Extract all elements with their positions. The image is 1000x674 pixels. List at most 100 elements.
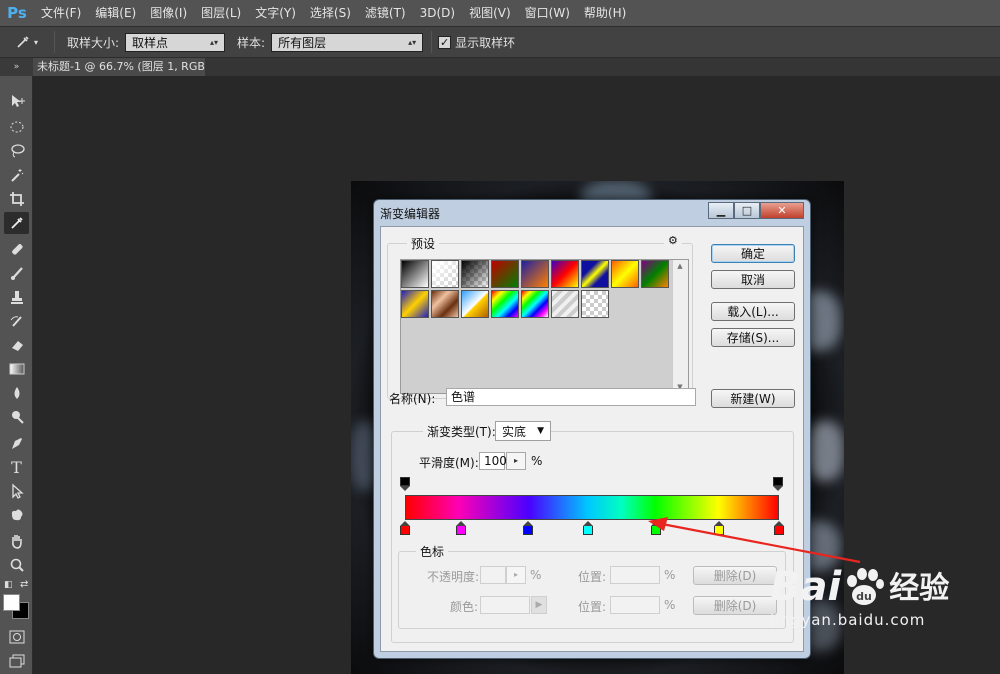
minimize-button[interactable]: ▁ [708,202,734,219]
type-tool-icon[interactable]: T [4,456,29,478]
baidu-jingyan-watermark: Bai du 经验 jingyan.baidu.com [770,565,949,629]
path-selection-tool-icon[interactable] [4,480,29,502]
preset-swatch[interactable] [551,260,579,288]
lasso-tool-icon[interactable] [4,140,29,162]
preset-swatch[interactable] [641,260,669,288]
maximize-button[interactable]: □ [734,202,760,219]
menu-item[interactable]: 图像(I) [143,0,194,26]
preset-swatch[interactable] [431,290,459,318]
blur-tool-icon[interactable] [4,382,29,404]
preset-swatch[interactable] [401,260,429,288]
screen-mode-icon[interactable] [4,650,29,672]
menu-items: 文件(F) 编辑(E) 图像(I) 图层(L) 文字(Y) 选择(S) 滤镜(T) 3D(D)… [34,0,633,26]
opacity-input[interactable] [480,566,506,584]
preset-swatch[interactable] [461,260,489,288]
smoothness-input[interactable]: 100 [479,452,507,470]
sample-select[interactable]: 所有图层 ▴▾ [271,32,424,52]
chevron-down-icon: ▾ [34,37,39,47]
smoothness-slider-icon[interactable]: ▸ [506,452,526,470]
ok-button[interactable]: 确定 [711,244,795,263]
marquee-tool-icon[interactable] [4,116,29,138]
move-tool-icon[interactable] [4,90,29,112]
crop-tool-icon[interactable] [4,188,29,210]
opacity-position-label: 位置: [578,570,607,584]
color-swatch-field[interactable] [480,596,530,614]
delete-color-stop-button[interactable]: 删除(D) [693,596,777,615]
watermark-brand: Bai [770,564,842,610]
dodge-tool-icon[interactable] [4,406,29,428]
history-brush-tool-icon[interactable] [4,310,29,332]
name-input[interactable]: 色谱 [446,388,696,406]
select-arrows-icon: ▴▾ [210,37,219,47]
opacity-label: 不透明度: [427,570,480,584]
clone-stamp-tool-icon[interactable] [4,286,29,308]
preset-swatch[interactable] [491,260,519,288]
zoom-tool-icon[interactable] [4,554,29,576]
menu-item[interactable]: 帮助(H) [577,0,633,26]
color-stop-swatch [583,526,594,535]
annotation-arrow-line [661,522,861,564]
quick-mask-icon[interactable] [4,626,29,648]
menu-item[interactable]: 文件(F) [34,0,88,26]
eraser-tool-icon[interactable] [4,334,29,356]
scroll-up-icon[interactable]: ▲ [673,262,687,270]
menu-item[interactable]: 图层(L) [194,0,248,26]
color-position-input[interactable] [610,596,660,614]
default-colors-icon[interactable]: ◧ [4,580,13,590]
sample-size-select[interactable]: 取样点 ▴▾ [125,32,226,52]
smoothness-label: 平滑度(M): [419,456,479,470]
preset-swatch[interactable] [521,260,549,288]
presets-list[interactable]: ▲ ▼ [400,259,689,394]
color-menu-arrow-icon[interactable]: ▶ [531,596,547,614]
preset-swatch[interactable] [491,290,519,318]
show-ring-checkbox[interactable]: ✓ [438,35,452,49]
eyedropper-tool-preset[interactable]: ▾ [16,35,48,49]
preset-swatch[interactable] [461,290,489,318]
color-stop[interactable] [583,521,594,535]
healing-brush-tool-icon[interactable] [4,238,29,260]
document-tab[interactable]: 未标题-1 @ 66.7% (图层 1, RGB/8) * × [33,58,205,76]
menu-item[interactable]: 滤镜(T) [358,0,413,26]
brush-tool-icon[interactable] [4,262,29,284]
preset-swatch[interactable] [431,260,459,288]
color-stop-swatch [400,526,410,535]
shape-tool-icon[interactable] [4,504,29,526]
menu-item[interactable]: 视图(V) [462,0,518,26]
eyedropper-tool-icon[interactable] [4,212,29,234]
presets-menu-gear-icon[interactable]: ⚙ [664,234,682,247]
color-stop[interactable] [400,521,410,535]
swap-colors-icon[interactable]: ⇄ [20,579,28,590]
magic-wand-tool-icon[interactable] [4,164,29,186]
load-button[interactable]: 载入(L)... [711,302,795,321]
new-button[interactable]: 新建(W) [711,389,795,408]
color-stop[interactable] [456,521,467,535]
opacity-stop-left[interactable] [400,477,410,491]
preset-swatch[interactable] [551,290,579,318]
hand-tool-icon[interactable] [4,530,29,552]
presets-scrollbar[interactable]: ▲ ▼ [672,260,688,393]
gradient-type-select[interactable]: 实底 ▼ [495,421,551,441]
menu-item[interactable]: 窗口(W) [518,0,577,26]
menu-item[interactable]: 文字(Y) [248,0,303,26]
options-bar: ▾ 取样大小: 取样点 ▴▾ 样本: 所有图层 ▴▾ ✓ 显示取样环 [0,26,1000,58]
close-button[interactable]: ✕ [760,202,804,219]
cancel-button[interactable]: 取消 [711,270,795,289]
menu-item[interactable]: 编辑(E) [88,0,143,26]
panel-collapse-toggle[interactable]: » [0,58,33,76]
opacity-stop-right[interactable] [773,477,783,491]
opacity-slider-icon[interactable]: ▸ [506,566,526,584]
preset-swatch[interactable] [581,290,609,318]
preset-swatch[interactable] [521,290,549,318]
menu-item[interactable]: 3D(D) [413,0,462,26]
annotation-arrowhead [648,517,668,531]
color-stop[interactable] [523,521,534,535]
photoshop-logo: Ps [7,4,27,22]
preset-swatch[interactable] [401,290,429,318]
pen-tool-icon[interactable] [4,432,29,454]
preset-swatch[interactable] [611,260,639,288]
foreground-color-swatch[interactable] [3,594,20,611]
save-button[interactable]: 存储(S)... [711,328,795,347]
menu-item[interactable]: 选择(S) [303,0,358,26]
gradient-tool-icon[interactable] [4,358,29,380]
preset-swatch[interactable] [581,260,609,288]
